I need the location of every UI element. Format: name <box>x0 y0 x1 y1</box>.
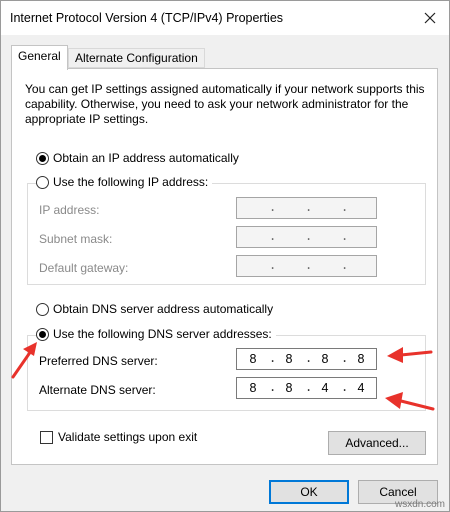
use-following-dns-radio[interactable]: Use the following DNS server addresses: <box>36 327 276 341</box>
alternate-dns-label: Alternate DNS server: <box>39 383 156 397</box>
title-bar[interactable]: Internet Protocol Version 4 (TCP/IPv4) P… <box>1 1 449 35</box>
intro-text: You can get IP settings assigned automat… <box>25 82 425 126</box>
subnet-mask-input[interactable]: . . . <box>236 226 377 248</box>
ip-address-input[interactable]: . . . <box>236 197 377 219</box>
annotation-arrow-alternate <box>385 392 435 411</box>
close-button[interactable] <box>419 7 441 29</box>
preferred-dns-label: Preferred DNS server: <box>39 354 158 368</box>
radio-indicator <box>36 302 49 316</box>
ip-dot: . <box>341 229 349 243</box>
obtain-ip-auto-radio[interactable]: Obtain an IP address automatically <box>36 151 243 165</box>
checkbox-indicator <box>40 430 53 444</box>
default-gateway-input[interactable]: . . . <box>236 255 377 277</box>
ip-dot: . <box>341 258 349 272</box>
default-gateway-label: Default gateway: <box>39 261 129 275</box>
ip-dot: . <box>269 258 277 272</box>
alternate-octet-4: 4 <box>357 381 365 395</box>
ip-dot: . <box>341 380 349 394</box>
preferred-octet-4: 8 <box>357 352 365 366</box>
use-following-ip-label: Use the following IP address: <box>53 175 209 189</box>
ip-dot: . <box>305 258 313 272</box>
ip-dot: . <box>269 380 277 394</box>
use-following-dns-label: Use the following DNS server addresses: <box>53 327 272 341</box>
tab-general[interactable]: General <box>11 45 68 70</box>
tab-alternate-configuration[interactable]: Alternate Configuration <box>68 48 205 68</box>
obtain-dns-auto-radio[interactable]: Obtain DNS server address automatically <box>36 302 278 316</box>
annotation-arrow-preferred <box>387 347 433 363</box>
ip-dot: . <box>341 200 349 214</box>
dns-groupbox <box>27 335 426 411</box>
alternate-octet-2: 8 <box>285 381 293 395</box>
ip-dot: . <box>305 351 313 365</box>
obtain-dns-auto-label: Obtain DNS server address automatically <box>53 302 274 316</box>
ip-dot: . <box>305 229 313 243</box>
alternate-octet-1: 8 <box>249 381 257 395</box>
validate-settings-label: Validate settings upon exit <box>58 430 198 444</box>
alternate-dns-input[interactable]: 8 . 8 . 4 . 4 <box>236 377 377 399</box>
ip-address-label: IP address: <box>39 203 100 217</box>
ip-dot: . <box>269 229 277 243</box>
window-title: Internet Protocol Version 4 (TCP/IPv4) P… <box>10 11 284 25</box>
ip-dot: . <box>305 380 313 394</box>
close-icon <box>424 12 436 24</box>
ok-button[interactable]: OK <box>269 480 349 504</box>
watermark: wsxdn.com <box>394 499 445 510</box>
radio-indicator <box>36 175 49 189</box>
ip-dot: . <box>305 200 313 214</box>
ip-dot: . <box>269 351 277 365</box>
obtain-ip-auto-label: Obtain an IP address automatically <box>53 151 239 165</box>
preferred-octet-3: 8 <box>321 352 329 366</box>
preferred-octet-1: 8 <box>249 352 257 366</box>
advanced-button[interactable]: Advanced... <box>328 431 426 455</box>
ip-dot: . <box>269 200 277 214</box>
preferred-octet-2: 8 <box>285 352 293 366</box>
validate-settings-checkbox[interactable]: Validate settings upon exit <box>40 430 197 444</box>
use-following-ip-radio[interactable]: Use the following IP address: <box>36 175 213 189</box>
annotation-arrow-left <box>11 342 37 379</box>
alternate-octet-3: 4 <box>321 381 329 395</box>
dialog-window: Internet Protocol Version 4 (TCP/IPv4) P… <box>0 0 450 512</box>
radio-indicator <box>36 151 49 165</box>
subnet-mask-label: Subnet mask: <box>39 232 113 246</box>
ip-dot: . <box>341 351 349 365</box>
preferred-dns-input[interactable]: 8 . 8 . 8 . 8 <box>236 348 377 370</box>
